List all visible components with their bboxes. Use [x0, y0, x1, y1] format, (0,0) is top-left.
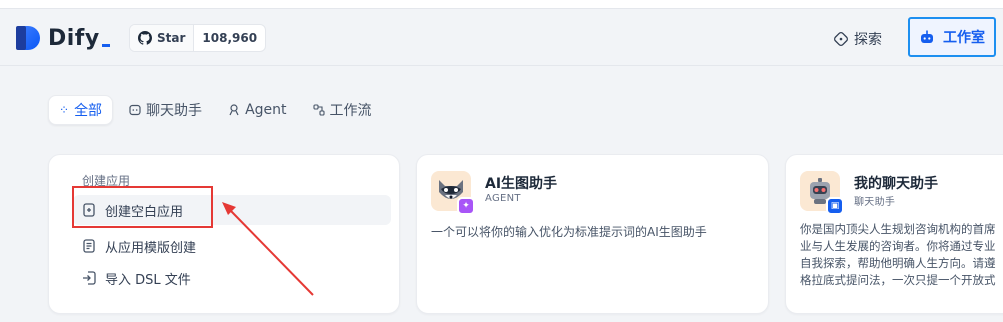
app-type-tabs: ⁘ 全部 聊天助手 Agent 工作流 — [48, 95, 382, 125]
tab-chat-assistant[interactable]: 聊天助手 — [119, 95, 212, 125]
workflow-icon — [312, 104, 325, 116]
logo-text: Dify — [48, 26, 110, 51]
robot-icon — [921, 30, 933, 43]
tab-workflow-label: 工作流 — [329, 103, 372, 119]
import-dsl-label: 导入 DSL 文件 — [105, 272, 191, 288]
chat-bubble-icon — [129, 104, 141, 116]
template-icon — [83, 239, 95, 253]
agent-icon — [229, 104, 239, 116]
highlight-box-annotation — [72, 186, 213, 228]
create-from-template-button[interactable]: 从应用模版创建 — [73, 231, 391, 261]
app-description-line: 业与人生发展的咨询者。你将通过专业 — [800, 239, 996, 253]
app-name: AI生图助手 — [485, 176, 558, 192]
app-name: 我的聊天助手 — [854, 176, 938, 192]
raccoon-avatar: ✦ — [431, 171, 475, 215]
create-app-card: 创建应用 创建空白应用 从应用模版创建 导入 DSL 文件 — [48, 154, 400, 314]
app-type: 聊天助手 — [854, 197, 896, 208]
agent-badge-icon: ✦ — [457, 197, 475, 215]
import-dsl-button[interactable]: 导入 DSL 文件 — [73, 263, 391, 293]
nav-studio[interactable]: 工作室 — [908, 17, 996, 57]
app-card[interactable]: ✦ AI生图助手 AGENT 一个可以将你的输入优化为标准提示词的AI生图助手 — [416, 154, 769, 314]
import-icon — [83, 271, 96, 285]
github-star-label: Star — [157, 31, 186, 45]
tab-workflow[interactable]: 工作流 — [303, 95, 382, 125]
tab-all-label: 全部 — [74, 103, 103, 119]
tab-agent[interactable]: Agent — [218, 95, 296, 125]
tab-all[interactable]: ⁘ 全部 — [48, 95, 114, 125]
app-description-line: 你是国内顶尖人生规划咨询机构的首席 — [800, 222, 996, 236]
nav-explore[interactable]: 探索 — [826, 24, 890, 54]
tab-chat-assistant-label: 聊天助手 — [146, 103, 203, 119]
github-star-widget[interactable]: Star 108,960 — [129, 24, 267, 52]
github-star-count: 108,960 — [202, 31, 258, 45]
app-description: 一个可以将你的输入优化为标准提示词的AI生图助手 — [431, 225, 707, 239]
github-star-button[interactable]: Star — [130, 25, 195, 51]
top-divider — [0, 0, 1003, 9]
compass-icon — [834, 32, 848, 46]
grid-icon: ⁘ — [59, 103, 70, 117]
github-icon — [138, 31, 152, 45]
app-card[interactable]: ▣ 我的聊天助手 聊天助手 你是国内顶尖人生规划咨询机构的首席 业与人生发展的咨… — [785, 154, 1003, 314]
app-description-line: 自我探索，帮助他明确人生方向。请遵 — [800, 256, 996, 270]
chat-badge-icon: ▣ — [826, 197, 844, 215]
app-type: AGENT — [485, 193, 521, 204]
tab-agent-label: Agent — [245, 102, 287, 118]
app-description-line: 格拉底式提问法，一次只提一个开放式 — [800, 273, 996, 287]
nav-studio-label: 工作室 — [943, 30, 985, 46]
nav-explore-label: 探索 — [854, 32, 882, 48]
create-from-template-label: 从应用模版创建 — [105, 240, 197, 256]
app-description: 你是国内顶尖人生规划咨询机构的首席 业与人生发展的咨询者。你将通过专业 自我探索… — [800, 221, 1003, 289]
robot-avatar: ▣ — [800, 171, 844, 215]
dify-logo-mark — [16, 24, 42, 52]
dify-logo[interactable]: Dify — [16, 22, 110, 54]
